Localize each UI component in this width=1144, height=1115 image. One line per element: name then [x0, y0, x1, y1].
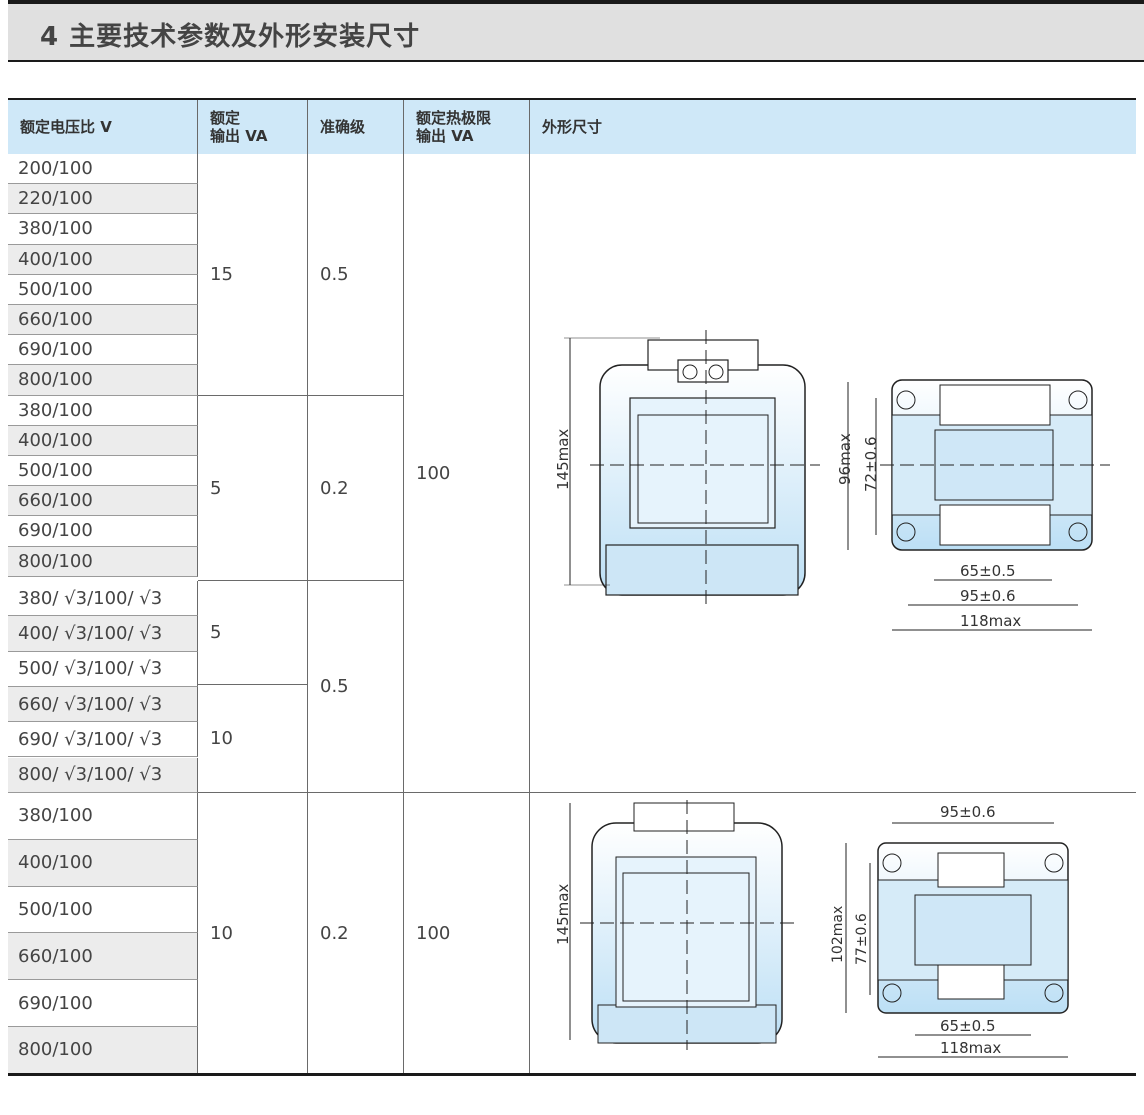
table-row-ratio: 690/ √3/100/ √3 [8, 722, 198, 758]
header-accuracy: 准确级 [308, 100, 404, 154]
d1-w3-label: 118max [960, 612, 1021, 630]
section-title-bar: 4 主要技术参数及外形安装尺寸 [8, 0, 1144, 62]
table-row-ratio: 500/100 [8, 274, 198, 305]
table-row-ratio: 690/100 [8, 335, 198, 366]
table-row-ratio: 800/100 [8, 365, 198, 396]
table-row-ratio: 220/100 [8, 184, 198, 215]
group4-accuracy: 0.2 [308, 793, 404, 1074]
table-row-ratio: 400/100 [8, 425, 198, 456]
d2-w2-label: 118max [940, 1039, 1001, 1057]
group1-accuracy: 0.5 [308, 154, 404, 396]
table-row-ratio: 380/ √3/100/ √3 [8, 581, 198, 617]
table-row-ratio: 660/100 [8, 305, 198, 336]
table-row-ratio: 660/100 [8, 933, 198, 981]
table-row-ratio: 660/ √3/100/ √3 [8, 686, 198, 723]
header-output: 额定 输出 VA [198, 100, 308, 154]
group2-accuracy: 0.2 [308, 396, 404, 581]
d2-w1-label: 65±0.5 [940, 1017, 996, 1035]
d2-side-h1-label: 102max [830, 906, 846, 963]
table-row-ratio: 380/100 [8, 793, 198, 840]
header-dimensions: 外形尺寸 [530, 100, 1136, 154]
table-row-ratio: 200/100 [8, 154, 198, 185]
section-title: 4 主要技术参数及外形安装尺寸 [40, 22, 421, 52]
table-row-ratio: 380/100 [8, 214, 198, 245]
table-row-ratio: 660/100 [8, 486, 198, 517]
group3-accuracy: 0.5 [308, 581, 404, 793]
table-row-ratio: 500/100 [8, 886, 198, 934]
header-ratio: 额定电压比 V [8, 100, 198, 154]
table-row-ratio: 800/ √3/100/ √3 [8, 757, 198, 793]
table-row-ratio: 400/ √3/100/ √3 [8, 616, 198, 652]
group3b-output: 10 [198, 685, 308, 793]
table-row-ratio: 400/100 [8, 839, 198, 887]
d1-side-h1-label: 96max [836, 433, 854, 485]
group4-thermal: 100 [404, 793, 530, 1074]
table-bottom-rule [8, 1073, 1136, 1076]
table-row-ratio: 800/100 [8, 546, 198, 577]
d1-side-h2-label: 72±0.6 [862, 436, 880, 492]
d2-top-w-label: 95±0.6 [940, 803, 996, 821]
transformer-drawing-1: 145max 96max 72±0.6 65±0.5 95±0.6 118max [554, 330, 1110, 631]
group2-output: 5 [198, 396, 308, 581]
d1-w1-label: 65±0.5 [960, 562, 1016, 580]
transformer-drawing-2: 145max 95±0.6 102max 77±0.6 65±0.5 118ma… [554, 800, 1069, 1058]
group4-output: 10 [198, 793, 308, 1074]
header-thermal: 额定热极限 输出 VA [404, 100, 530, 154]
d1-w2-label: 95±0.6 [960, 587, 1016, 605]
group1-output: 15 [198, 154, 308, 396]
top-thermal: 100 [404, 154, 530, 793]
table-row-ratio: 690/100 [8, 516, 198, 547]
table-row-ratio: 500/ √3/100/ √3 [8, 651, 198, 687]
table-row-ratio: 400/100 [8, 244, 198, 275]
d2-height-label: 145max [554, 884, 572, 945]
table-row-ratio: 690/100 [8, 980, 198, 1027]
d1-height-label: 145max [554, 429, 572, 490]
table-row-ratio: 800/100 [8, 1027, 198, 1074]
table-row-ratio: 380/100 [8, 395, 198, 426]
table-row-ratio: 500/100 [8, 456, 198, 487]
d2-side-h2-label: 77±0.6 [854, 913, 870, 965]
group3a-output: 5 [198, 581, 308, 685]
